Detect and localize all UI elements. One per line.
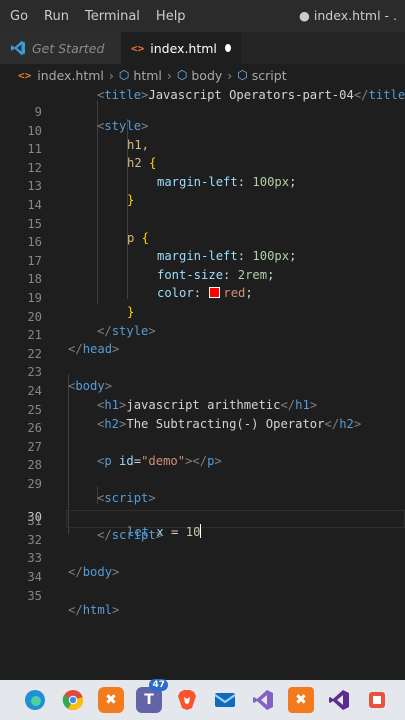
code-line: 27 <p id="demo"></p> <box>0 426 405 468</box>
code-line: 17 font-size: 2rem; <box>0 240 405 282</box>
line-number: 35 <box>27 588 42 603</box>
code-line: 25 <h2>The Subtracting(-) Operator</h2> <box>0 389 405 431</box>
brave-icon[interactable] <box>174 687 200 713</box>
code-line: 33 </body> <box>0 537 405 579</box>
code-line: 29 <script> <box>0 463 405 505</box>
code-line: 12 margin-left: 100px; <box>0 147 405 189</box>
tab-index-html[interactable]: <> index.html <box>121 32 241 64</box>
unsaved-dot-icon[interactable] <box>224 44 231 52</box>
menu-terminal[interactable]: Terminal <box>85 9 140 24</box>
tab-label: Get Started <box>32 40 105 56</box>
code-line: 24 <h1>javascript arithmetic</h1> <box>0 370 405 412</box>
code-line: 22 <box>0 333 405 361</box>
code-line: 15 p { <box>0 203 405 245</box>
code-editor[interactable]: <title>Javascript Operators-part-04</tit… <box>0 86 405 680</box>
code-line: 26 <box>0 407 405 435</box>
code-line: 34 <box>0 556 405 584</box>
code-line: 20 </style> <box>0 296 405 338</box>
code-line: 16 margin-left: 100px; <box>0 221 405 263</box>
menu-bar: Go Run Terminal Help ● index.html - . <box>0 0 405 32</box>
xampp-icon[interactable]: ✖ <box>98 687 124 713</box>
code-line: 14 <box>0 184 405 212</box>
code-line: 28 <box>0 444 405 472</box>
code-line: 35 </html> <box>0 575 405 617</box>
chrome-icon[interactable] <box>60 687 86 713</box>
menu-go[interactable]: Go <box>10 9 28 24</box>
code-line: 19 } <box>0 277 405 319</box>
code-line: 9 <style> <box>0 91 405 133</box>
tab-get-started[interactable]: Get Started <box>0 32 121 64</box>
visual-studio-purple-icon[interactable] <box>326 687 352 713</box>
code-line: 13 } <box>0 165 405 207</box>
visual-studio-icon[interactable] <box>250 687 276 713</box>
code-line: 21 </head> <box>0 314 405 356</box>
taskbar: ✖ T 47 ✖ <box>0 679 405 720</box>
current-code-line: 30 let x = 10 <box>0 482 405 539</box>
xampp-control-icon[interactable]: ✖ <box>288 687 314 713</box>
code-line: 31 </script> <box>0 500 405 542</box>
mail-icon[interactable] <box>212 687 238 713</box>
code-line: 18 color: red; <box>0 258 405 300</box>
window-title: ● index.html - . <box>299 8 397 23</box>
snipping-icon[interactable] <box>364 687 390 713</box>
tab-label: index.html <box>150 40 217 56</box>
code-line: 32 <box>0 519 405 547</box>
code-line: <title>Javascript Operators-part-04</tit… <box>97 88 405 102</box>
vscode-icon <box>11 41 25 55</box>
tab-bar: Get Started <> index.html <box>0 32 405 64</box>
menu-run[interactable]: Run <box>44 9 69 24</box>
code-line: 10 h1, <box>0 110 405 152</box>
edge-icon[interactable] <box>22 687 48 713</box>
teams-icon[interactable]: T 47 <box>136 679 168 713</box>
code-line: 11 h2 { <box>0 128 405 170</box>
menu-help[interactable]: Help <box>156 9 186 24</box>
code-line: 23 <body> <box>0 351 405 393</box>
html-file-icon: <> <box>131 41 145 55</box>
notification-badge: 47 <box>149 679 168 691</box>
